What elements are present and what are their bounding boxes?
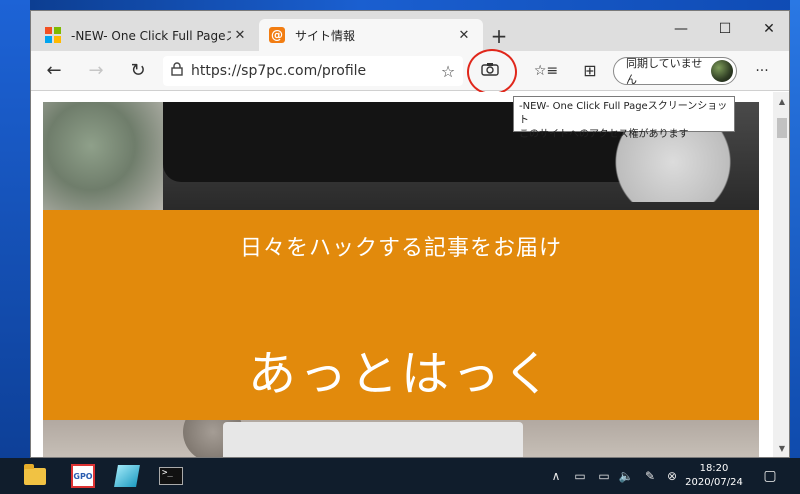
minimize-button[interactable]: — — [659, 17, 703, 41]
forward-button[interactable]: → — [81, 57, 111, 85]
tab-title: サイト情報 — [295, 28, 356, 43]
address-bar[interactable]: ☆ — [163, 56, 463, 86]
taskbar-clock[interactable]: 18:20 2020/07/24 — [680, 462, 748, 490]
refresh-button[interactable]: ↻ — [123, 57, 153, 85]
tab-strip: -NEW- One Click Full Pageスクリーン ✕ @ サイト情報… — [31, 11, 789, 51]
favorite-star-icon[interactable]: ☆ — [433, 62, 463, 81]
gpo-app-taskbar-button[interactable]: GPO — [64, 460, 102, 492]
collections-icon[interactable]: ⊞ — [575, 57, 605, 85]
no-connection-icon[interactable]: ⊗ — [662, 466, 682, 486]
profile-sync-button[interactable]: 同期していません — [613, 57, 737, 86]
site-tagline: 日々をハックする記事をお届け — [239, 236, 562, 261]
new-tab-button[interactable]: + — [487, 25, 511, 49]
close-window-button[interactable]: ✕ — [747, 17, 789, 41]
tab-title: -NEW- One Click Full Pageスクリーン — [71, 28, 231, 43]
browser-window: -NEW- One Click Full Pageスクリーン ✕ @ サイト情報… — [30, 10, 790, 458]
scroll-thumb[interactable] — [777, 118, 787, 138]
more-options-icon[interactable]: ··· — [747, 57, 777, 85]
terminal-taskbar-button[interactable]: >_ — [152, 460, 190, 492]
maximize-button[interactable]: ☐ — [703, 17, 747, 41]
at-sign-icon: @ — [269, 27, 285, 43]
url-input[interactable] — [191, 63, 433, 79]
tooltip-line-1: -NEW- One Click Full Pageスクリーンショット — [519, 101, 728, 126]
highlight-circle — [467, 49, 517, 95]
site-banner: 日々をハックする記事をお届け あっとはっく — [43, 210, 759, 420]
terminal-icon: >_ — [159, 467, 183, 485]
page-content: 日々をハックする記事をお届け あっとはっく — [31, 92, 773, 457]
network-icon[interactable]: ▭ — [594, 466, 614, 486]
microsoft-store-icon — [45, 27, 61, 43]
tab-one-click-full-page[interactable]: -NEW- One Click Full Pageスクリーン ✕ — [35, 19, 259, 51]
file-explorer-taskbar-button[interactable] — [16, 460, 54, 492]
sticky-app-icon — [114, 465, 140, 487]
clock-date: 2020/07/24 — [685, 477, 743, 488]
battery-icon[interactable]: ▭ — [570, 466, 590, 486]
site-name[interactable]: あっとはっく — [43, 334, 759, 404]
pen-icon[interactable]: ✎ — [640, 466, 660, 486]
keyboard-photo-region — [223, 422, 523, 457]
tooltip-line-2: このサイトへのアクセス権があります — [519, 129, 689, 140]
gpo-app-icon: GPO — [71, 464, 95, 488]
desktop-background-left — [0, 0, 30, 494]
lock-icon — [163, 62, 191, 80]
scroll-up-arrow-icon[interactable]: ▲ — [773, 94, 789, 110]
favorites-list-icon[interactable]: ☆≡ — [531, 57, 561, 85]
show-hidden-icons-chevron-icon[interactable]: ∧ — [546, 466, 566, 486]
scroll-down-arrow-icon[interactable]: ▼ — [773, 441, 789, 457]
avatar — [711, 60, 733, 82]
tab-site-info[interactable]: @ サイト情報 ✕ — [259, 19, 483, 51]
speaker-icon[interactable]: 🔈 — [616, 466, 636, 486]
browser-toolbar: ← → ↻ ☆ ☆≡ ⊞ 同期していません ··· — [31, 49, 789, 95]
desktop-background-right — [790, 0, 800, 494]
extension-tooltip: -NEW- One Click Full Pageスクリーンショット このサイト… — [513, 96, 735, 140]
vertical-scrollbar[interactable]: ▲ ▼ — [773, 92, 789, 457]
sync-status-label: 同期していません — [626, 57, 703, 86]
hero-image: 日々をハックする記事をお届け あっとはっく — [43, 102, 759, 457]
sticky-app-taskbar-button[interactable] — [108, 460, 146, 492]
notification-center-icon[interactable]: ▢ — [760, 466, 780, 486]
plant-photo-region — [43, 102, 163, 212]
taskbar: GPO >_ ∧ ▭ ▭ 🔈 ✎ ⊗ 18:20 2020/07/24 ▢ — [0, 458, 800, 494]
file-explorer-icon — [24, 463, 46, 485]
back-button[interactable]: ← — [39, 57, 69, 85]
tab-close-icon[interactable]: ✕ — [455, 28, 473, 43]
tab-close-icon[interactable]: ✕ — [231, 28, 249, 43]
clock-time: 18:20 — [699, 463, 729, 474]
